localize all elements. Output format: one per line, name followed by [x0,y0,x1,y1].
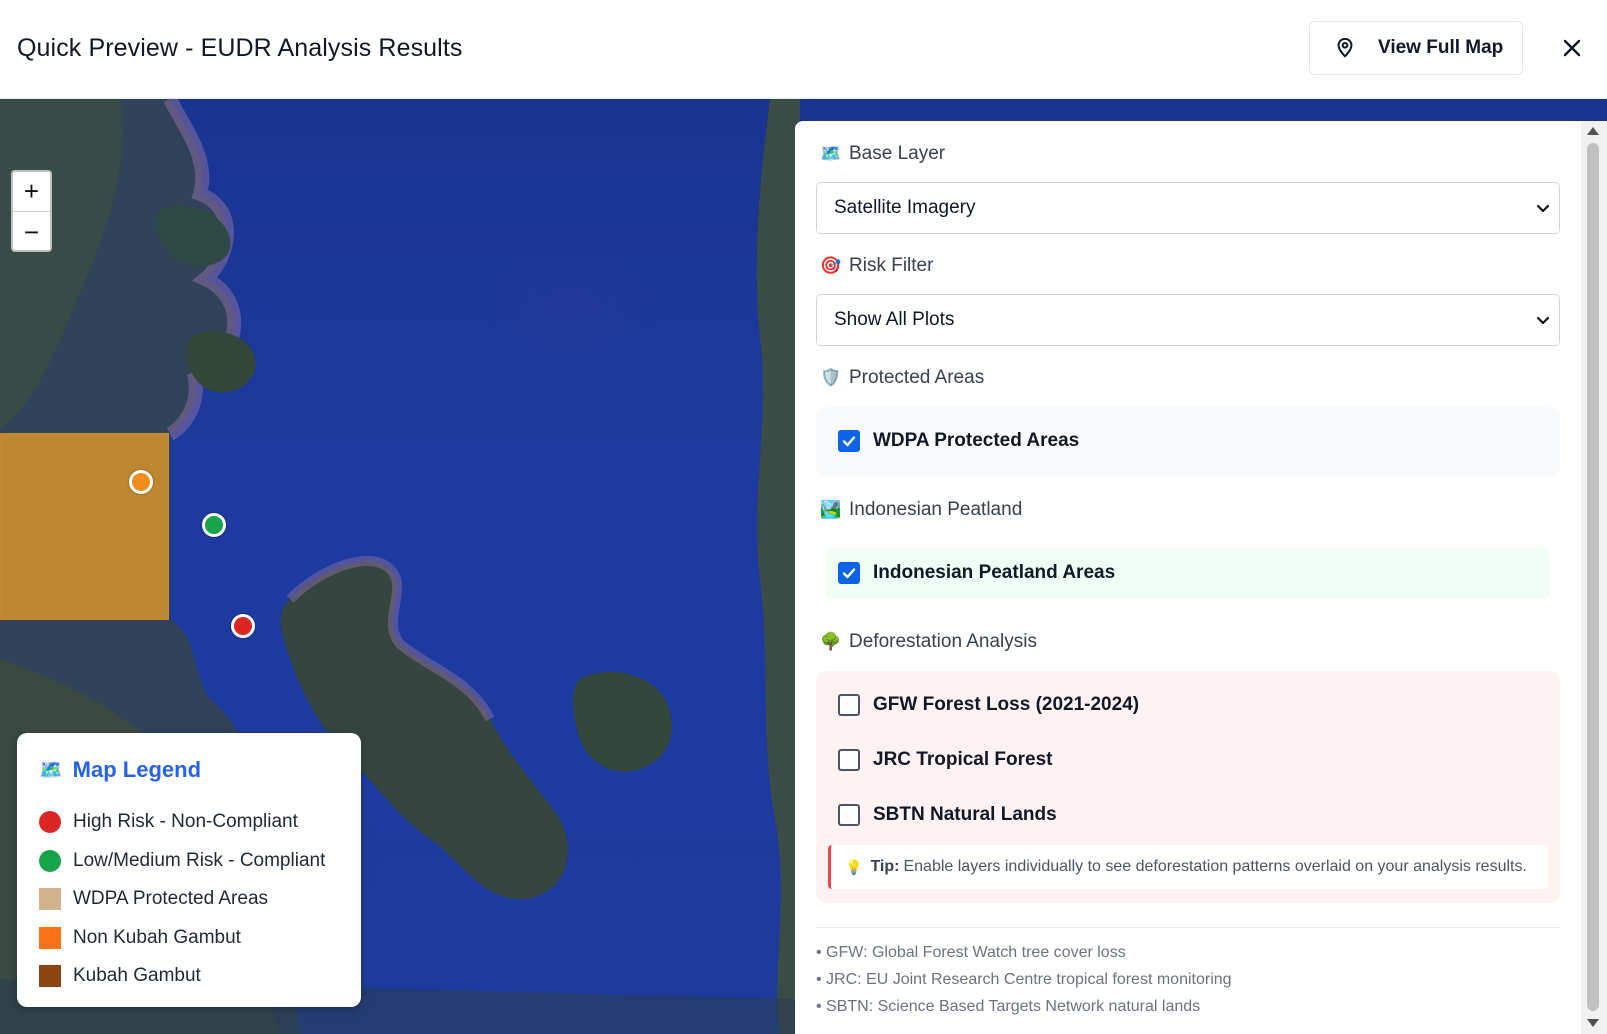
view-full-map-label: View Full Map [1378,37,1504,58]
tip-label: Tip: [870,858,900,875]
shield-icon: 🛡️ [820,368,842,387]
gfw-toggle-label: GFW Forest Loss (2021-2024) [873,694,1140,715]
base-layer-select[interactable]: Satellite Imagery [816,182,1560,234]
legend-swatch [39,849,61,872]
protected-areas-heading: 🛡️ Protected Areas [820,367,984,389]
protected-areas-box: WDPA Protected Areas [816,407,1560,476]
map-pin-icon [1337,37,1353,58]
modal-header: Quick Preview - EUDR Analysis Results Vi… [0,0,1607,99]
tip-text: Enable layers individually to see defore… [903,858,1527,875]
sbtn-toggle-label: SBTN Natural Lands [873,804,1057,825]
tree-icon: 🌳 [820,632,842,651]
checkbox-icon[interactable] [838,804,860,826]
plot-marker-orange[interactable] [129,470,153,494]
peatland-toggle[interactable]: Indonesian Peatland Areas [838,562,1115,584]
legend-item: Non Kubah Gambut [39,919,339,958]
chevron-down-icon [1536,204,1550,213]
protected-areas-label: Protected Areas [849,367,985,388]
risk-filter-heading: 🎯 Risk Filter [820,255,933,277]
legend-swatch [39,926,61,949]
peatland-box: Indonesian Peatland Areas [816,539,1560,608]
base-layer-value: Satellite Imagery [834,197,976,218]
wdpa-toggle[interactable]: WDPA Protected Areas [838,430,1079,452]
modal-title: Quick Preview - EUDR Analysis Results [17,34,463,62]
deforestation-box: GFW Forest Loss (2021-2024) JRC Tropical… [816,671,1560,903]
gfw-toggle[interactable]: GFW Forest Loss (2021-2024) [838,694,1139,716]
legend-swatch [39,888,61,911]
legend-swatch [39,965,61,988]
zoom-out-button[interactable]: − [13,212,50,252]
sbtn-toggle[interactable]: SBTN Natural Lands [838,804,1057,826]
plot-marker-green[interactable] [202,513,226,537]
scroll-down-arrow[interactable] [1587,1019,1599,1027]
checkbox-checked-icon[interactable] [838,562,860,584]
map-icon: 🗺️ [39,760,63,781]
peatland-polygon[interactable] [0,433,169,620]
note-sbtn: • SBTN: Science Based Targets Network na… [816,998,1201,1015]
wdpa-toggle-label: WDPA Protected Areas [873,430,1080,451]
base-layer-label: Base Layer [849,143,946,164]
peatland-label: Indonesian Peatland [849,499,1023,520]
jrc-toggle[interactable]: JRC Tropical Forest [838,749,1053,771]
checkbox-icon[interactable] [838,694,860,716]
plot-marker-red[interactable] [231,614,255,638]
chevron-down-icon [1536,316,1550,325]
legend-title: 🗺️ Map Legend [39,757,339,783]
risk-filter-label: Risk Filter [849,255,934,276]
legend-item-label: Kubah Gambut [73,965,201,987]
legend-item-label: WDPA Protected Areas [73,888,269,910]
risk-filter-select[interactable]: Show All Plots [816,294,1560,346]
zoom-in-button[interactable]: + [13,172,50,212]
peatland-heading: 🏞️ Indonesian Peatland [820,499,1022,521]
risk-filter-value: Show All Plots [834,309,955,330]
divider [816,927,1560,928]
landscape-icon: 🏞️ [820,500,842,519]
layer-control-panel: 🗺️ Base Layer Satellite Imagery 🎯 Risk F… [795,121,1607,1034]
tip-callout: 💡 Tip: Enable layers individually to see… [828,845,1548,889]
scroll-up-arrow[interactable] [1587,127,1599,135]
jrc-toggle-label: JRC Tropical Forest [873,749,1053,770]
legend-item: Kubah Gambut [39,957,339,996]
deforestation-label: Deforestation Analysis [849,631,1037,652]
map-legend: 🗺️ Map Legend High Risk - Non-Compliant … [17,733,361,1007]
legend-item: Low/Medium Risk - Compliant [39,842,339,881]
legend-item-label: Low/Medium Risk - Compliant [73,849,326,871]
legend-item: High Risk - Non-Compliant [39,803,339,842]
legend-swatch [39,811,61,834]
note-jrc: • JRC: EU Joint Research Centre tropical… [816,971,1232,988]
checkbox-icon[interactable] [838,749,860,771]
deforestation-heading: 🌳 Deforestation Analysis [820,631,1037,653]
legend-item: WDPA Protected Areas [39,880,339,919]
lightbulb-icon: 💡 [845,858,863,875]
target-icon: 🎯 [820,256,842,275]
base-layer-heading: 🗺️ Base Layer [820,143,945,165]
panel-scrollbar[interactable] [1581,121,1607,1034]
map-icon: 🗺️ [820,144,842,163]
legend-item-label: High Risk - Non-Compliant [73,811,298,833]
legend-title-label: Map Legend [72,757,202,782]
peatland-toggle-label: Indonesian Peatland Areas [873,562,1116,583]
close-icon[interactable] [1560,36,1584,60]
legend-item-label: Non Kubah Gambut [73,926,241,948]
scrollbar-thumb[interactable] [1587,143,1599,1011]
view-full-map-button[interactable]: View Full Map [1309,21,1523,75]
checkbox-checked-icon[interactable] [838,430,860,452]
zoom-control: + − [11,170,52,252]
note-gfw: • GFW: Global Forest Watch tree cover lo… [816,944,1126,961]
